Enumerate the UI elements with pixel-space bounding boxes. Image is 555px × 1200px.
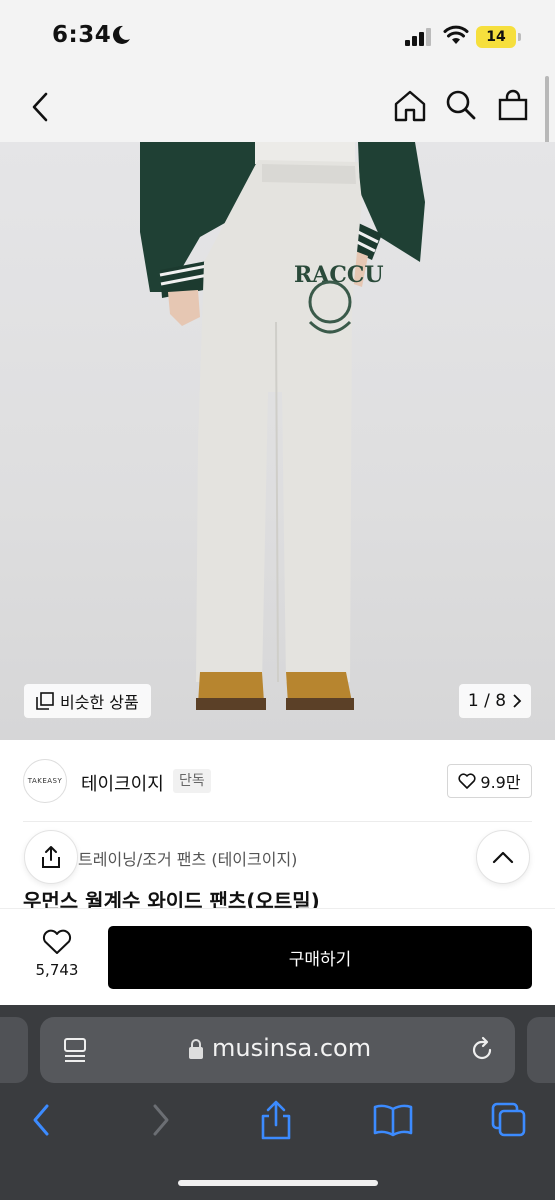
reload-icon[interactable] [468, 1036, 496, 1064]
browser-back-icon[interactable] [30, 1103, 52, 1137]
share-button[interactable] [24, 830, 78, 884]
brand-like-count: 9.9만 [480, 773, 521, 792]
lock-icon [189, 1039, 203, 1059]
search-icon[interactable] [444, 88, 478, 122]
copy-icon [36, 692, 54, 710]
wifi-icon [443, 25, 469, 44]
signal-icon [405, 28, 431, 46]
previous-tab-peek[interactable] [0, 1017, 28, 1083]
address-bar[interactable]: musinsa.com [40, 1017, 515, 1083]
wishlist-button[interactable]: 5,743 [26, 929, 88, 979]
next-tab-peek[interactable] [527, 1017, 555, 1083]
brand-name[interactable]: 테이크이지 [81, 770, 164, 796]
reader-mode-icon[interactable] [62, 1037, 88, 1063]
browser-toolbar: musinsa.com [0, 1005, 555, 1200]
heart-icon [458, 773, 476, 789]
app-header [0, 72, 555, 142]
home-indicator [178, 1180, 378, 1186]
image-counter[interactable]: 1 / 8 [459, 684, 531, 718]
product-photo-illustration: RACCU [140, 142, 425, 710]
exclusive-badge: 단독 [173, 769, 211, 793]
shopping-bag-icon[interactable] [496, 88, 530, 122]
product-category[interactable]: 트레이닝/조거 팬츠 (테이크이지) [78, 846, 297, 870]
divider [23, 821, 532, 822]
tabs-icon[interactable] [490, 1101, 528, 1139]
share-icon [42, 846, 60, 868]
buy-button[interactable]: 구매하기 [108, 926, 532, 989]
similar-items-label: 비슷한 상품 [60, 693, 139, 712]
brand-logo-text: TAKEASY [27, 777, 63, 785]
purchase-bar: 5,743 구매하기 [0, 908, 555, 1005]
back-arrow-icon[interactable] [28, 90, 52, 124]
product-image[interactable]: RACCU [0, 142, 555, 740]
battery-indicator: 14 [476, 26, 516, 48]
battery-cap [518, 33, 521, 41]
status-time: 6:34 [52, 22, 112, 48]
home-icon[interactable] [392, 88, 428, 124]
bookmarks-icon[interactable] [372, 1103, 414, 1137]
status-bar: 6:34 14 [0, 0, 555, 72]
scroll-top-button[interactable] [476, 830, 530, 884]
image-counter-text: 1 / 8 [467, 691, 507, 711]
chevron-right-icon [513, 694, 522, 708]
scroll-indicator [545, 76, 549, 144]
url-text: musinsa.com [212, 1034, 372, 1062]
brand-logo[interactable]: TAKEASY [23, 759, 67, 803]
brand-like-button[interactable]: 9.9만 [447, 764, 532, 798]
browser-share-icon[interactable] [258, 1099, 294, 1141]
moon-icon [112, 25, 130, 44]
chevron-up-icon [492, 851, 514, 864]
wishlist-count: 5,743 [35, 961, 79, 979]
similar-items-button[interactable]: 비슷한 상품 [24, 684, 151, 718]
heart-icon [42, 929, 72, 954]
browser-forward-icon[interactable] [150, 1103, 172, 1137]
